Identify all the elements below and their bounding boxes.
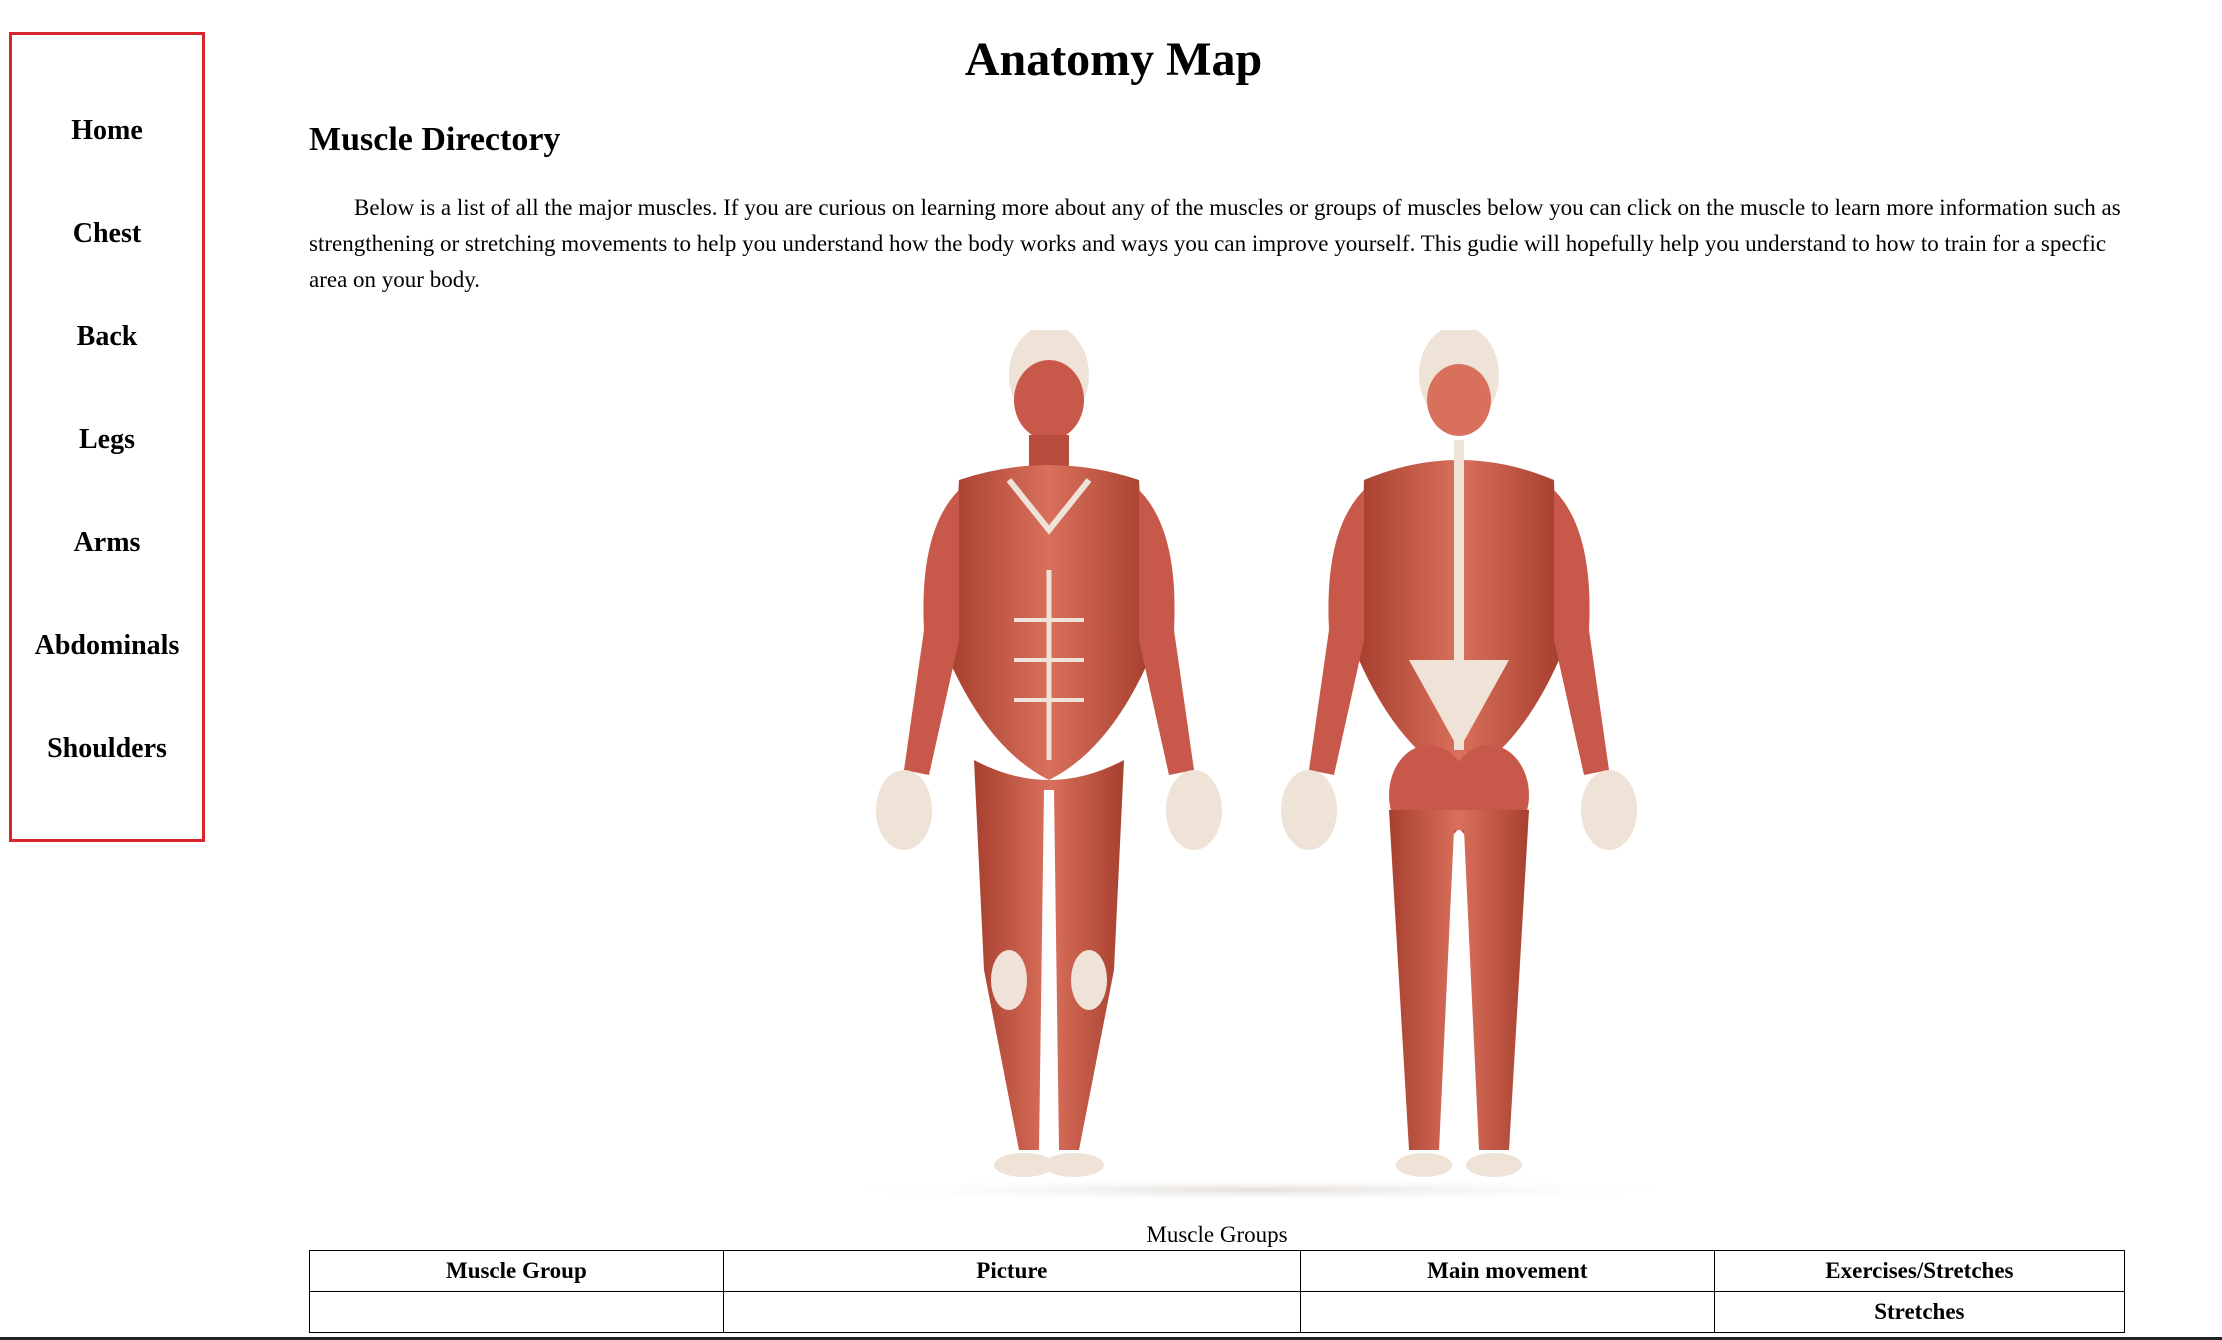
floor-shadow (819, 1178, 1699, 1202)
sidebar-nav: Home Chest Back Legs Arms Abdominals Sho… (9, 32, 205, 842)
anatomy-illustration (819, 325, 1699, 1202)
table-cell-stretches: Stretches (1713, 1291, 2126, 1333)
sidebar-item-arms[interactable]: Arms (12, 527, 202, 559)
header-muscle-group: Muscle Group (309, 1250, 724, 1292)
table-cell (1299, 1291, 1715, 1333)
intro-paragraph: Below is a list of all the major muscles… (309, 195, 2121, 292)
sidebar-item-home[interactable]: Home (12, 115, 202, 147)
table-cell (309, 1291, 724, 1333)
sidebar-item-chest[interactable]: Chest (12, 218, 202, 250)
header-exercises-stretches: Exercises/Stretches (1713, 1250, 2126, 1292)
back-body-figure (1281, 325, 1637, 1177)
sidebar-item-abdominals[interactable]: Abdominals (12, 630, 202, 662)
table-cell (722, 1291, 1301, 1333)
header-main-movement: Main movement (1299, 1250, 1715, 1292)
sidebar-item-shoulders[interactable]: Shoulders (12, 733, 202, 765)
front-body-figure (876, 325, 1222, 1177)
table-header-row: Muscle Group Picture Main movement Exerc… (309, 1250, 2126, 1292)
anatomy-figure (809, 325, 1709, 1210)
table-row: Stretches (309, 1291, 2126, 1333)
muscle-groups-table: Muscle Group Picture Main movement Exerc… (309, 1250, 2126, 1333)
sidebar-item-legs[interactable]: Legs (12, 424, 202, 456)
section-title: Muscle Directory (309, 121, 561, 158)
table-caption: Muscle Groups (1146, 1222, 1288, 1247)
header-picture: Picture (722, 1250, 1301, 1292)
page-title: Anatomy Map (964, 33, 1263, 86)
sidebar-item-back[interactable]: Back (12, 321, 202, 353)
